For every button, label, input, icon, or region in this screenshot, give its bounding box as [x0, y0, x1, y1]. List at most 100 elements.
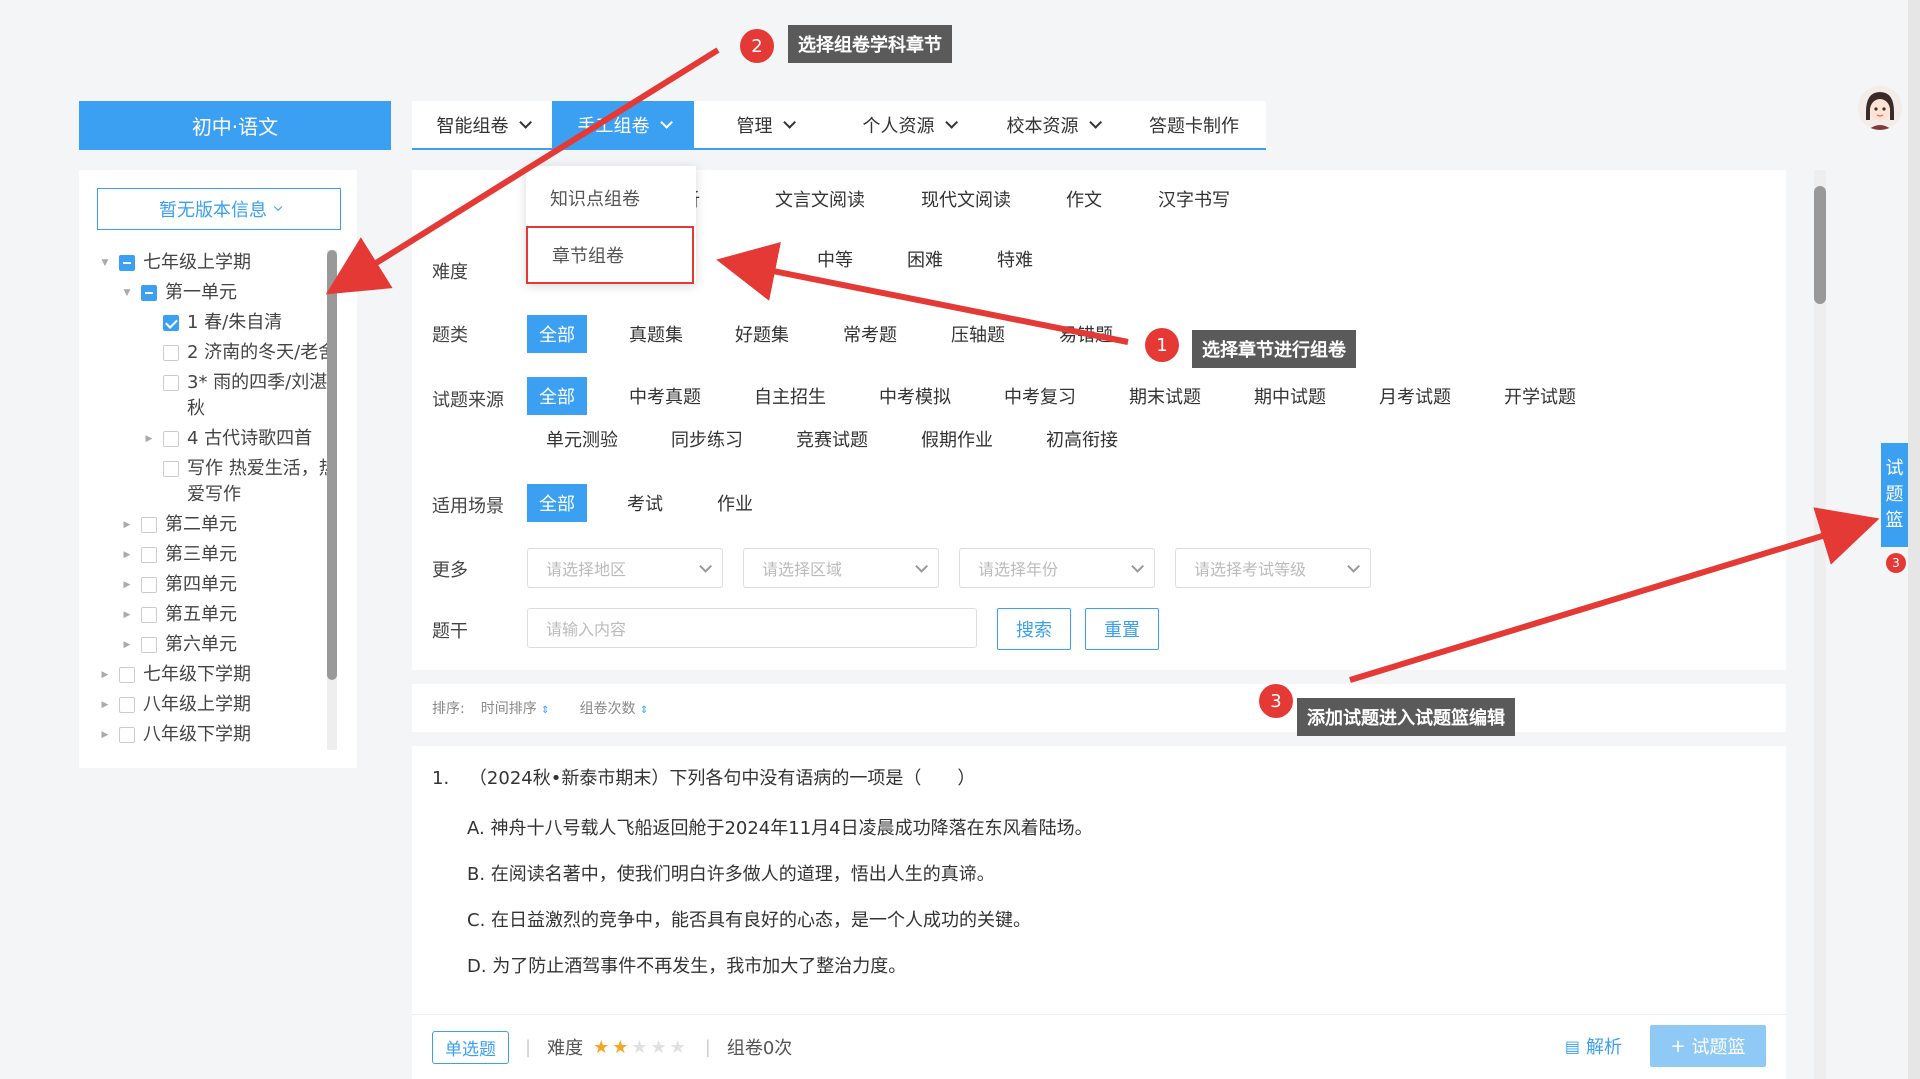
source-option[interactable]: 中考真题 — [610, 377, 720, 415]
nav-school-resources[interactable]: 校本资源 — [982, 101, 1122, 148]
avatar[interactable] — [1858, 86, 1902, 130]
main-scrollbar[interactable] — [1814, 170, 1826, 1079]
tree-checkbox[interactable] — [119, 255, 135, 271]
nav-manage[interactable]: 管理 — [694, 101, 834, 148]
qtype-option[interactable]: 常考题 — [824, 315, 916, 353]
tree-checkbox[interactable] — [163, 431, 179, 447]
question-basket-tab[interactable]: 试 题 篮 — [1881, 443, 1908, 547]
tree-checkbox[interactable] — [119, 697, 135, 713]
source-option[interactable]: 自主招生 — [735, 377, 845, 415]
difficulty-option[interactable]: 特难 — [980, 240, 1050, 278]
source-option[interactable]: 期中试题 — [1235, 377, 1345, 415]
caret-right-icon[interactable]: ▶ — [99, 662, 111, 688]
source-option[interactable]: 初高衔接 — [1027, 420, 1137, 458]
tree-node[interactable]: ▶ 第六单元 — [79, 632, 341, 658]
nav-answer-card[interactable]: 答题卡制作 — [1122, 101, 1266, 148]
tree-checkbox[interactable] — [141, 577, 157, 593]
qtype-option-all[interactable]: 全部 — [527, 315, 587, 353]
nav-label: 智能组卷 — [436, 115, 509, 137]
caret-right-icon[interactable]: ▶ — [121, 512, 133, 538]
sort-by-time[interactable]: 时间排序 ⇕ — [481, 698, 550, 718]
tree-scrollbar[interactable] — [327, 250, 337, 750]
tree-node[interactable]: 3* 雨的四季/刘湛秋 — [79, 370, 341, 422]
qtype-option[interactable]: 易错题 — [1040, 315, 1132, 353]
source-option[interactable]: 开学试题 — [1485, 377, 1595, 415]
tree-checkbox[interactable] — [141, 637, 157, 653]
source-option[interactable]: 期末试题 — [1110, 377, 1220, 415]
caret-right-icon[interactable]: ▶ — [121, 632, 133, 658]
tree-checkbox[interactable] — [141, 285, 157, 301]
caret-right-icon[interactable]: ▶ — [121, 602, 133, 628]
filter-option[interactable]: 现代文阅读 — [908, 180, 1024, 218]
tree-checkbox[interactable] — [119, 727, 135, 743]
tree-node[interactable]: ▶ 第三单元 — [79, 542, 341, 568]
year-select[interactable]: 请选择年份 — [959, 548, 1155, 588]
search-button[interactable]: 搜索 — [997, 608, 1071, 650]
version-select-button[interactable]: 暂无版本信息 — [97, 188, 341, 230]
dropdown-item-chapter[interactable]: 章节组卷 — [526, 226, 694, 284]
source-option[interactable]: 同步练习 — [652, 420, 762, 458]
scrollbar-thumb[interactable] — [1814, 186, 1826, 304]
source-option[interactable]: 月考试题 — [1360, 377, 1470, 415]
sort-by-usage[interactable]: 组卷次数 ⇕ — [580, 698, 649, 718]
source-option[interactable]: 假期作业 — [902, 420, 1012, 458]
tree-node[interactable]: 2 济南的冬天/老舍 — [79, 340, 341, 366]
scrollbar-thumb[interactable] — [327, 250, 337, 680]
tree-checkbox[interactable] — [163, 315, 179, 331]
tree-node[interactable]: ▼ 七年级上学期 — [79, 250, 341, 276]
subject-selector[interactable]: 初中·语文 — [79, 101, 391, 150]
nav-manual-paper[interactable]: 手工组卷 — [552, 101, 694, 148]
tree-node[interactable]: ▶ 4 古代诗歌四首 — [79, 426, 341, 452]
tree-node[interactable]: ▶ 八年级上学期 — [79, 692, 341, 718]
region-select[interactable]: 请选择地区 — [527, 548, 723, 588]
caret-down-icon[interactable]: ▼ — [121, 280, 133, 306]
tree-checkbox[interactable] — [119, 667, 135, 683]
source-option[interactable]: 中考复习 — [985, 377, 1095, 415]
tree-checkbox[interactable] — [163, 345, 179, 361]
difficulty-option[interactable]: 中等 — [800, 240, 870, 278]
caret-right-icon[interactable]: ▶ — [143, 426, 155, 452]
area-select[interactable]: 请选择区域 — [743, 548, 939, 588]
filter-option[interactable]: 汉字书写 — [1136, 180, 1252, 218]
tree-node[interactable]: ▶ 八年级下学期 — [79, 722, 341, 748]
qtype-option[interactable]: 好题集 — [716, 315, 808, 353]
tree-node[interactable]: ▶ 第五单元 — [79, 602, 341, 628]
caret-right-icon[interactable]: ▶ — [99, 692, 111, 718]
qtype-option[interactable]: 真题集 — [610, 315, 702, 353]
filter-option[interactable]: 文言文阅读 — [762, 180, 878, 218]
scene-option-all[interactable]: 全部 — [527, 484, 587, 522]
scene-option[interactable]: 作业 — [700, 484, 770, 522]
analysis-button[interactable]: ▤ 解析 — [1565, 1033, 1622, 1059]
caret-right-icon[interactable]: ▶ — [99, 722, 111, 748]
tree-checkbox[interactable] — [163, 375, 179, 391]
nav-smart-paper[interactable]: 智能组卷 — [412, 101, 552, 148]
qtype-option[interactable]: 压轴题 — [932, 315, 1024, 353]
dropdown-item-knowledge[interactable]: 知识点组卷 — [526, 178, 696, 218]
tree-checkbox[interactable] — [141, 607, 157, 623]
reset-button[interactable]: 重置 — [1085, 608, 1159, 650]
filter-option[interactable]: 作文 — [1048, 180, 1120, 218]
tree-node[interactable]: ▶ 第二单元 — [79, 512, 341, 538]
difficulty-option[interactable]: 一般 — [712, 240, 782, 278]
difficulty-option[interactable]: 困难 — [890, 240, 960, 278]
source-option-all[interactable]: 全部 — [527, 377, 587, 415]
source-option[interactable]: 中考模拟 — [860, 377, 970, 415]
caret-right-icon[interactable]: ▶ — [121, 572, 133, 598]
source-option[interactable]: 竞赛试题 — [777, 420, 887, 458]
source-option[interactable]: 单元测验 — [527, 420, 637, 458]
stem-search-input[interactable]: 请输入内容 — [527, 608, 977, 648]
tree-node[interactable]: 写作 热爱生活，热爱写作 — [79, 456, 341, 508]
tree-checkbox[interactable] — [141, 517, 157, 533]
add-to-basket-button[interactable]: + 试题篮 — [1650, 1025, 1766, 1067]
tree-checkbox[interactable] — [141, 547, 157, 563]
nav-personal-resources[interactable]: 个人资源 — [834, 101, 982, 148]
tree-checkbox[interactable] — [163, 461, 179, 477]
tree-node[interactable]: ▼ 第一单元 — [79, 280, 341, 306]
scene-option[interactable]: 考试 — [610, 484, 680, 522]
tree-node[interactable]: ▶ 七年级下学期 — [79, 662, 341, 688]
caret-right-icon[interactable]: ▶ — [121, 542, 133, 568]
exam-level-select[interactable]: 请选择考试等级 — [1175, 548, 1371, 588]
caret-down-icon[interactable]: ▼ — [99, 250, 111, 276]
tree-node[interactable]: ▶ 第四单元 — [79, 572, 341, 598]
tree-node[interactable]: 1 春/朱自清 — [79, 310, 341, 336]
